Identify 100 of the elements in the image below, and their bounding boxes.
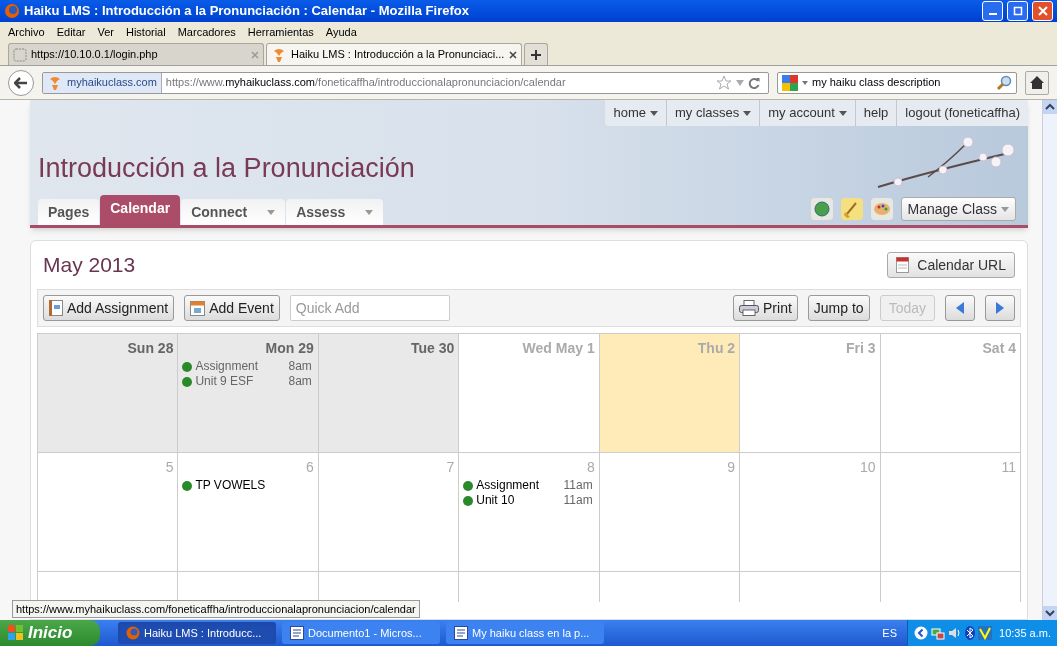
menu-item[interactable]: Ver xyxy=(97,23,114,41)
event-title[interactable]: Assignment xyxy=(476,478,561,493)
tab-label: Haiku LMS : Introducción a la Pronunciaci... xyxy=(291,47,505,63)
document-icon xyxy=(290,626,304,640)
day-cell[interactable]: 6 TP VOWELS xyxy=(178,453,319,572)
search-engine-icon xyxy=(782,74,798,91)
home-icon xyxy=(1030,76,1044,89)
minimize-button[interactable] xyxy=(982,1,1003,21)
add-event-button[interactable]: Add Event xyxy=(184,295,280,321)
next-button[interactable] xyxy=(985,295,1015,321)
tray-expand-icon[interactable] xyxy=(914,626,928,640)
jump-to-button[interactable]: Jump to xyxy=(807,295,870,321)
document-icon xyxy=(454,626,468,640)
back-button[interactable] xyxy=(8,69,34,96)
close-icon[interactable] xyxy=(509,50,517,59)
nav-link[interactable]: logout (foneticaffha) xyxy=(896,100,1028,126)
scrollbar[interactable] xyxy=(1042,100,1057,620)
month-title: May 2013 xyxy=(43,252,136,279)
event-title[interactable]: Unit 10 xyxy=(476,493,561,508)
taskbar-button[interactable]: My haiku class en la p... xyxy=(446,622,604,644)
day-cell[interactable]: Mon 29 Assignment 8am Unit 9 ESF 8am xyxy=(178,334,319,453)
window-title: Haiku LMS : Introducción a la Pronunciación : Calendar - Mozilla Firefox xyxy=(24,2,470,21)
event-dot-icon xyxy=(463,495,474,506)
reload-icon[interactable] xyxy=(748,76,760,89)
caret-icon xyxy=(1001,206,1009,212)
nav-link[interactable]: help xyxy=(854,100,897,126)
plus-icon xyxy=(531,49,541,60)
day-label: Fri 3 xyxy=(846,339,876,358)
course-tab[interactable]: Calendar xyxy=(100,195,181,225)
quick-add-field[interactable]: Quick Add xyxy=(289,295,450,321)
event-title[interactable]: Unit 9 ESF xyxy=(195,374,286,389)
address-bar[interactable]: myhaikuclass.com https://www.myhaikuclass.com/foneticaffha/introduccionalapronunciacion/calendar xyxy=(42,71,769,94)
manage-class-button[interactable]: Manage Class xyxy=(900,197,1016,221)
url-text: https://www.myhaikuclass.com/foneticaffha/introduccionalapronunciacion/calendar xyxy=(165,75,567,91)
print-button[interactable]: Print xyxy=(733,295,798,321)
event-dot-icon xyxy=(463,480,474,491)
caret-icon[interactable] xyxy=(736,79,744,86)
taskbar-button[interactable]: Haiku LMS : Introducc... xyxy=(118,622,276,644)
menu-item[interactable]: Marcadores xyxy=(177,23,236,41)
minimize-icon xyxy=(988,13,997,15)
caret-icon xyxy=(365,209,374,215)
star-icon[interactable] xyxy=(716,75,732,90)
menu-item[interactable]: Editar xyxy=(56,23,86,41)
nav-link[interactable]: my classes xyxy=(665,100,760,126)
day-label: Sun 28 xyxy=(127,339,174,358)
menu-item[interactable]: Herramientas xyxy=(247,23,314,41)
day-label: Tue 30 xyxy=(410,339,455,358)
day-label: Wed May 1 xyxy=(522,339,595,358)
caret-icon xyxy=(838,110,847,116)
taskbar-button[interactable]: Documento1 - Micros... xyxy=(282,622,440,644)
start-button[interactable]: Inicio xyxy=(0,620,100,646)
search-field[interactable]: my haiku class description xyxy=(777,71,1017,94)
palette-icon[interactable] xyxy=(870,198,893,220)
site-identity-button[interactable]: myhaikuclass.com xyxy=(43,72,162,93)
menu-item[interactable]: Historial xyxy=(125,23,166,41)
printer-icon xyxy=(739,300,760,316)
event-title[interactable]: Assignment xyxy=(195,359,286,374)
nav-link[interactable]: home xyxy=(605,100,666,126)
add-assignment-button[interactable]: Add Assignment xyxy=(43,295,175,321)
day-label: 6 xyxy=(306,458,314,477)
broom-icon[interactable] xyxy=(840,198,863,220)
event-title[interactable]: TP VOWELS xyxy=(195,478,314,493)
day-label: Mon 29 xyxy=(265,339,314,358)
course-tab[interactable]: Connect xyxy=(181,199,286,225)
calendar-icon xyxy=(190,300,206,316)
day-label: 7 xyxy=(446,458,455,477)
tab-label: https://10.10.0.1/login.php xyxy=(31,47,159,63)
day-label: 11 xyxy=(1001,458,1016,477)
nav-link[interactable]: my account xyxy=(759,100,855,126)
new-tab-button[interactable] xyxy=(524,43,548,65)
calendar-url-button[interactable]: Calendar URL xyxy=(887,252,1015,278)
search-text: my haiku class description xyxy=(812,75,942,91)
event-dot-icon xyxy=(182,361,193,372)
home-button[interactable] xyxy=(1025,70,1049,95)
course-tab[interactable]: Assess xyxy=(286,199,384,225)
day-label: 5 xyxy=(165,458,174,477)
windows-logo-icon xyxy=(8,625,24,641)
calendar-file-icon xyxy=(896,257,910,273)
document-icon xyxy=(49,300,63,316)
language-indicator[interactable]: ES xyxy=(882,624,897,642)
maximize-button[interactable] xyxy=(1007,1,1028,21)
bluetooth-icon[interactable] xyxy=(965,626,975,640)
caret-icon xyxy=(267,209,276,215)
previous-button[interactable] xyxy=(945,295,975,321)
browser-tab[interactable]: https://10.10.0.1/login.php xyxy=(8,43,264,65)
menu-item[interactable]: Archivo xyxy=(8,23,45,41)
day-cell[interactable]: 8 Assignment 11am Unit 10 11am xyxy=(459,453,600,572)
course-tab[interactable]: Pages xyxy=(38,199,100,225)
event-dot-icon xyxy=(182,376,193,387)
close-button[interactable] xyxy=(1032,1,1053,21)
caret-icon xyxy=(743,110,752,116)
caret-icon[interactable] xyxy=(802,80,808,85)
firefox-icon xyxy=(126,626,140,640)
day-cell[interactable]: Sun 28 xyxy=(38,334,179,453)
blank-page-icon xyxy=(13,47,27,62)
day-cell[interactable]: Tue 30 xyxy=(318,334,460,453)
menu-item[interactable]: Ayuda xyxy=(325,23,357,41)
browser-tab[interactable]: Haiku LMS : Introducción a la Pronunciaci... xyxy=(266,43,522,65)
course-title: Introducción a la Pronunciación xyxy=(38,152,415,185)
search-icon[interactable] xyxy=(996,74,1012,91)
